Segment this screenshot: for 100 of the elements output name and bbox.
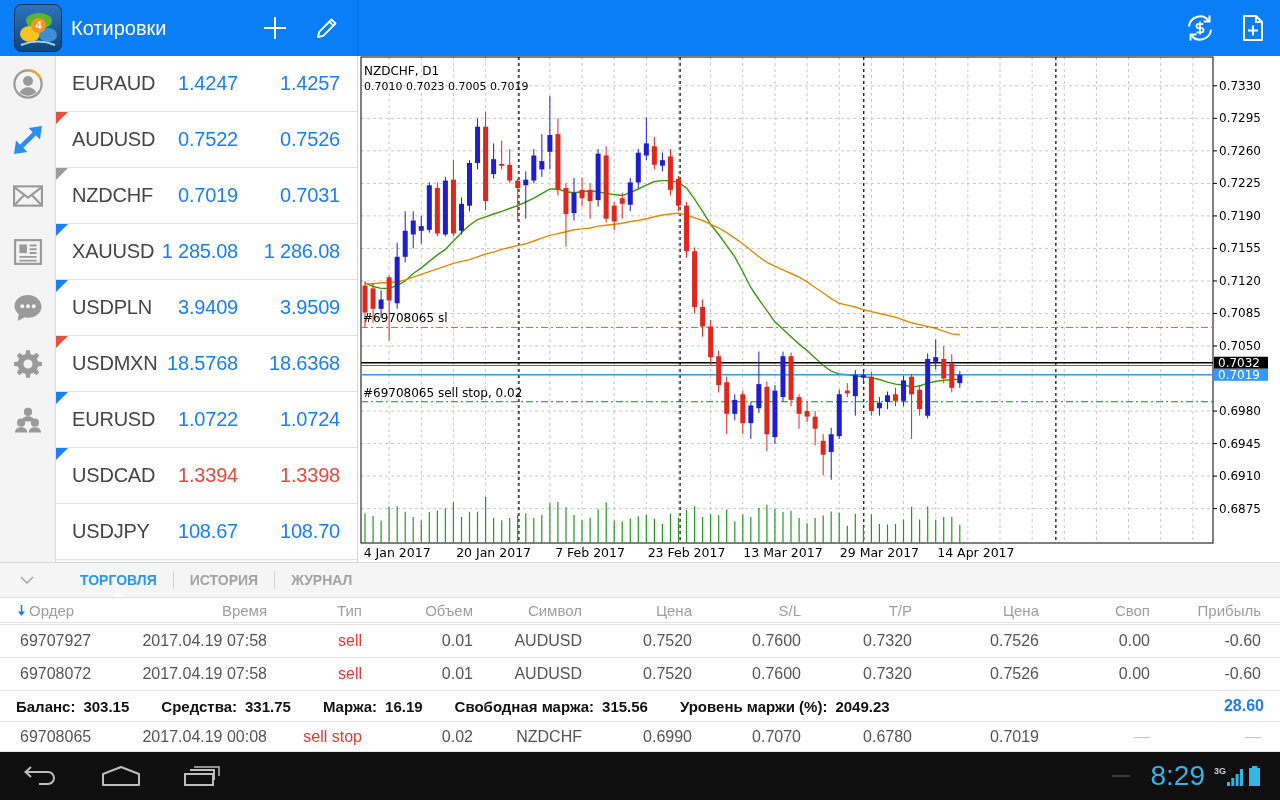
candlestick <box>716 350 722 393</box>
table-cell: 0.6990 <box>643 727 692 746</box>
price-axis-label: 0.7330 <box>1219 78 1261 93</box>
user-avatar-icon <box>12 69 43 99</box>
candlestick <box>635 148 641 189</box>
date-axis-label: 23 Feb 2017 <box>647 545 726 560</box>
battery-icon <box>1249 766 1260 786</box>
candlestick <box>901 375 907 407</box>
signal-bars-icon <box>1227 768 1243 786</box>
pencil-icon <box>316 17 338 39</box>
quote-row[interactable]: USDMXN 18.5768 18.6368 <box>56 336 357 392</box>
candlestick <box>491 142 497 180</box>
table-cell: 0.7019 <box>990 727 1039 746</box>
table-cell: 2017.04.19 07:58 <box>142 665 267 683</box>
column-header[interactable]: Символ <box>473 601 582 619</box>
column-header[interactable]: T/P <box>801 601 912 619</box>
back-arrow-icon <box>23 766 57 786</box>
price-axis-label: 0.7050 <box>1219 339 1261 353</box>
account-value: 303.15 <box>83 697 130 715</box>
candlestick <box>772 384 778 445</box>
candlestick <box>571 177 577 222</box>
ask-price: 1 286.08 <box>263 240 340 263</box>
table-cell: 0.7520 <box>643 632 692 650</box>
price-axis-label: 0.7120 <box>1219 273 1261 288</box>
table-cell: -0.60 <box>1224 665 1261 683</box>
account-value: 315.56 <box>602 697 648 715</box>
terminal-tab[interactable]: ТОРГОВЛЯ <box>64 563 173 597</box>
table-cell: 0.7526 <box>990 665 1039 683</box>
table-cell: NZDCHF <box>516 727 582 746</box>
candlestick <box>595 148 601 208</box>
column-header[interactable]: Время <box>130 601 267 619</box>
column-header[interactable]: Тип <box>267 601 362 619</box>
chart-title: NZDCHF, D1 <box>364 64 440 78</box>
column-header[interactable]: Цена <box>582 601 692 619</box>
table-cell: -0.60 <box>1224 632 1261 650</box>
ask-price: 1.3398 <box>280 464 340 487</box>
candlestick <box>748 401 754 440</box>
column-header[interactable]: Объем <box>362 601 473 619</box>
candlestick <box>764 380 770 452</box>
account-value: 2049.23 <box>835 697 890 715</box>
ref-line-label: 0.7019 <box>1218 368 1260 383</box>
candlestick <box>467 159 472 212</box>
terminal-tab[interactable]: ЖУРНАЛ <box>275 563 369 597</box>
price-axis-label: 0.6945 <box>1219 436 1261 451</box>
candlestick <box>627 177 633 212</box>
ask-price: 3.9509 <box>280 296 340 319</box>
symbol-name: XAUUSD <box>72 240 155 263</box>
candlestick <box>700 299 706 338</box>
candlestick <box>531 148 537 184</box>
table-cell-text: 69707927 <box>19 632 92 650</box>
chevron-down-icon <box>20 576 34 584</box>
ohlc-readout: 0.7010 0.7023 0.7005 0.7019 <box>364 80 529 93</box>
quote-row[interactable]: USDPLN 3.9409 3.9509 <box>56 280 357 336</box>
candlestick <box>724 376 730 435</box>
table-cell: 0.7320 <box>863 665 912 683</box>
symbol-name: EURAUD <box>72 72 156 95</box>
bid-price: 18.5768 <box>167 352 238 375</box>
quote-row[interactable]: XAUUSD 1 285.08 1 286.08 <box>56 224 357 280</box>
date-axis-label: 29 Mar 2017 <box>839 545 920 560</box>
account-label: Свободная маржа: <box>454 697 595 715</box>
price-axis-label: 0.7225 <box>1219 176 1261 191</box>
account-value: 16.19 <box>385 697 423 715</box>
price-axis-label: 0.6980 <box>1219 404 1261 419</box>
table-cell-text: 69708065 <box>19 727 92 746</box>
column-header[interactable]: Цена <box>912 601 1039 619</box>
quote-row[interactable]: EURUSD 1.0722 1.0724 <box>56 392 357 448</box>
price-axis-label: 0.7085 <box>1219 306 1261 321</box>
account-label: Уровень маржи (%): <box>679 697 828 715</box>
candlestick <box>933 339 939 370</box>
ask-price: 0.7526 <box>280 128 340 151</box>
column-header[interactable]: Прибыль <box>1150 601 1261 619</box>
candlestick <box>659 152 665 172</box>
symbol-name: USDPLN <box>72 296 152 319</box>
candlestick <box>852 369 858 417</box>
quote-row[interactable]: USDJPY 108.67 108.70 <box>56 504 357 560</box>
chat-bubble-icon <box>13 295 42 321</box>
terminal-tab[interactable]: ИСТОРИЯ <box>173 563 275 597</box>
candlestick <box>523 170 529 220</box>
column-header[interactable]: Своп <box>1039 601 1150 619</box>
candlestick <box>893 387 898 407</box>
quote-row[interactable]: USDCAD 1.3394 1.3398 <box>56 448 357 504</box>
account-label: Средства: <box>161 697 237 715</box>
quote-row[interactable]: EURAUD 1.4247 1.4257 <box>56 56 357 112</box>
plus-icon <box>263 16 287 40</box>
quote-row[interactable]: NZDCHF 0.7019 0.7031 <box>56 168 357 224</box>
column-header[interactable]: S/L <box>692 601 801 619</box>
price-tag: 0.7032 <box>1214 356 1268 371</box>
column-header[interactable]: Ордер <box>16 601 130 619</box>
bid-price: 1.3394 <box>178 464 238 487</box>
candlestick <box>507 148 513 184</box>
date-axis-label: 7 Feb 2017 <box>555 545 625 560</box>
symbol-name: NZDCHF <box>72 184 153 207</box>
table-cell: 0.01 <box>441 665 473 683</box>
table-cell: 0.7600 <box>752 632 801 650</box>
table-cell: AUDUSD <box>514 632 582 650</box>
candlestick <box>676 175 681 212</box>
account-label: Баланс: <box>16 697 76 715</box>
candlestick <box>418 215 424 245</box>
quote-row[interactable]: AUDUSD 0.7522 0.7526 <box>56 112 357 168</box>
table-cell: 0.7600 <box>752 665 801 683</box>
